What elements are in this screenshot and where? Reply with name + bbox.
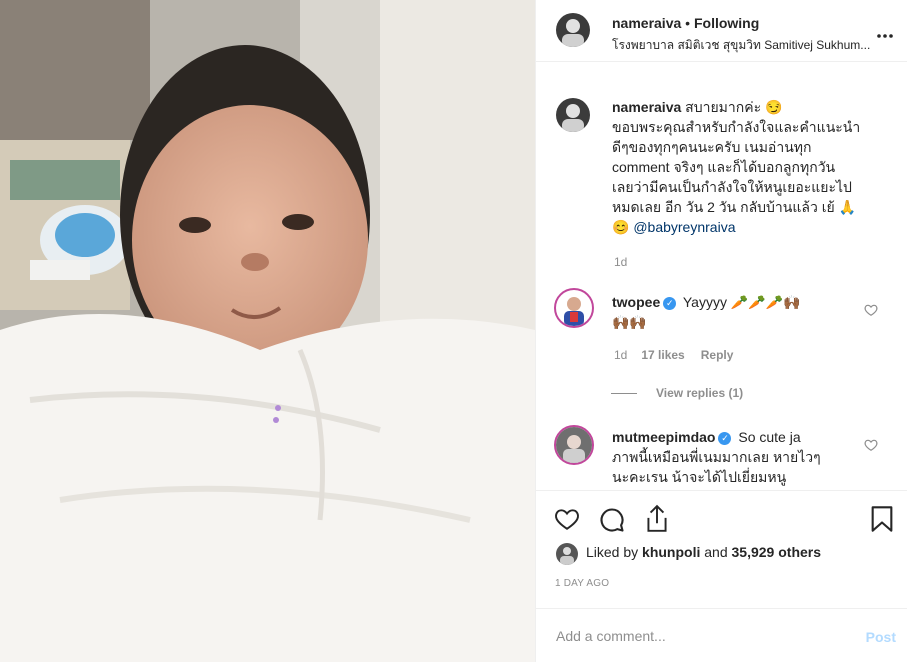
- replies-divider: [611, 393, 637, 394]
- share-icon[interactable]: [644, 504, 670, 539]
- commenter-avatar-mutmeepimdao[interactable]: [554, 425, 594, 465]
- commenter-avatar-twopee[interactable]: [554, 288, 594, 328]
- comment-line: Yayyyy 🥕🥕🥕🙌🏾: [682, 294, 801, 310]
- caption-username[interactable]: nameraiva: [612, 99, 681, 115]
- comment-line: 🙌🏾🙌🏾: [612, 314, 647, 330]
- likes-prefix: Liked by: [586, 544, 639, 560]
- likes-summary: Liked by khunpoli and 35,929 others: [586, 544, 821, 560]
- reply-button[interactable]: Reply: [701, 348, 734, 362]
- caption-line: ดีๆของทุกๆคนนะครับ เนมอ่านทุก: [612, 139, 812, 155]
- liker-username[interactable]: khunpoli: [642, 544, 700, 560]
- caption-avatar[interactable]: [556, 98, 590, 132]
- heart-icon[interactable]: [553, 506, 581, 537]
- add-comment-bar: Post: [536, 608, 907, 663]
- comment-username[interactable]: mutmeepimdao: [612, 429, 715, 445]
- comment-like-heart-icon[interactable]: [864, 303, 878, 317]
- post-date[interactable]: 1 DAY AGO: [555, 578, 609, 589]
- comment-likes-count[interactable]: 17 likes: [641, 348, 684, 362]
- bookmark-icon[interactable]: [870, 505, 894, 538]
- author-username[interactable]: nameraiva: [612, 15, 681, 31]
- comment-age: 1d: [614, 348, 628, 362]
- post-detail-panel: nameraiva • Following โรงพยาบาล สมิติเวช…: [535, 0, 907, 662]
- verified-badge-icon: ✓: [663, 297, 677, 310]
- comment-icon[interactable]: [598, 506, 626, 539]
- post-comment-button[interactable]: Post: [866, 629, 896, 645]
- caption-line: หมดเลย อีก วัน 2 วัน กลับบ้านแล้ว เย้ 🙏: [612, 199, 857, 215]
- header-separator: •: [685, 15, 691, 31]
- baby-photo-illustration: [0, 0, 535, 662]
- caption-line: สบายมากค่ะ 😏: [685, 99, 783, 115]
- comment-line: So cute ja: [738, 429, 801, 445]
- author-avatar[interactable]: [556, 13, 590, 47]
- comment-line: ภาพนี้เหมือนพี่เนมมากเลย หายไวๆ: [612, 449, 821, 465]
- verified-badge-icon: ✓: [718, 432, 732, 445]
- caption-line: comment จริงๆ และก็ได้บอกลูกทุกวัน: [612, 159, 836, 175]
- post-location[interactable]: โรงพยาบาล สมิติเวช สุขุมวิท Samitivej Su…: [612, 36, 892, 55]
- caption-line: ขอบพระคุณสำหรับกำลังใจและคำแนะนำ: [612, 119, 861, 135]
- likes-count[interactable]: 35,929 others: [732, 544, 822, 560]
- following-button[interactable]: Following: [694, 15, 759, 31]
- post-header: nameraiva • Following โรงพยาบาล สมิติเวช…: [536, 0, 907, 62]
- comment-line: นะคะเรน น้าจะได้ไปเยี่ยมหนู: [612, 469, 787, 485]
- avatar-image: [562, 19, 584, 47]
- caption-emoji: 😊: [612, 219, 630, 235]
- comment-like-heart-icon[interactable]: [864, 438, 878, 452]
- comment-input[interactable]: [554, 627, 838, 645]
- caption-line: เลยว่ามีคนเป็นกำลังใจให้หนูเยอะแยะไป: [612, 179, 852, 195]
- comment-text-twopee: twopee ✓ Yayyyy 🥕🥕🥕🙌🏾 🙌🏾🙌🏾: [612, 292, 852, 332]
- comment-text-mutmeepimdao: mutmeepimdao ✓ So cute ja ภาพนี้เหมือนพี่…: [612, 427, 862, 487]
- post-photo[interactable]: [0, 0, 535, 662]
- caption-age: 1d: [614, 255, 628, 269]
- likes-middle: and: [704, 544, 728, 560]
- liker-avatar[interactable]: [556, 543, 578, 565]
- comments-section: nameraiva สบายมากค่ะ 😏 ขอบพระคุณสำหรับกำ…: [536, 63, 907, 490]
- post-actions-bar: [536, 490, 907, 543]
- caption-mention[interactable]: @babyreynraiva: [633, 219, 735, 235]
- comment-meta: 1d 17 likes Reply: [614, 348, 733, 362]
- comment-username[interactable]: twopee: [612, 294, 660, 310]
- caption-text: nameraiva สบายมากค่ะ 😏 ขอบพระคุณสำหรับกำ…: [612, 97, 892, 237]
- more-options-icon[interactable]: [876, 26, 894, 38]
- view-replies-button[interactable]: View replies (1): [656, 386, 743, 400]
